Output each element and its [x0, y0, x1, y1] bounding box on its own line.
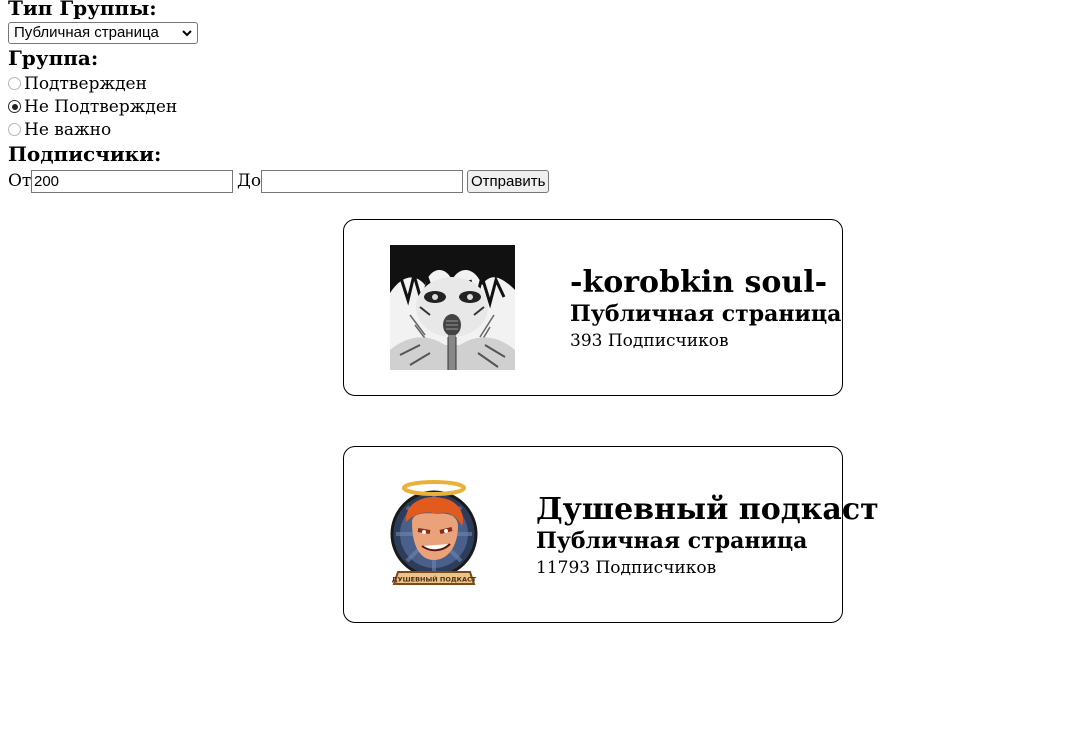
radio-button-checked[interactable] [8, 100, 21, 113]
radio-label: Не важно [24, 120, 112, 140]
group-label: Группа: [8, 46, 99, 70]
from-input[interactable]: 200 [31, 170, 233, 193]
group-subscribers: 11793 Подписчиков [536, 558, 717, 578]
subscribers-label: Подписчики: [8, 142, 162, 166]
chevron-down-icon [182, 30, 192, 37]
group-card[interactable]: ДУШЕВНЫЙ ПОДКАСТ Душевный подкаст Публич… [343, 446, 879, 623]
group-type-select[interactable]: Публичная страница [8, 22, 198, 44]
group-card[interactable]: -korobkin soul- Публичная страница 393 П… [343, 219, 843, 396]
group-name[interactable]: -korobkin soul- [570, 266, 827, 300]
group-type: Публичная страница [570, 301, 842, 327]
to-input[interactable] [261, 170, 463, 193]
radio-button[interactable] [8, 77, 21, 90]
manga-portrait-avatar [390, 245, 515, 370]
group-type-selected-value: Публичная страница [14, 24, 159, 41]
radio-button[interactable] [8, 123, 21, 136]
radio-label: Подтвержден [24, 74, 147, 94]
group-name[interactable]: Душевный подкаст [536, 493, 879, 527]
podcast-logo-avatar: ДУШЕВНЫЙ ПОДКАСТ [390, 480, 478, 585]
to-label: До [237, 171, 262, 191]
group-subscribers: 393 Подписчиков [570, 331, 729, 351]
group-type-label: Тип Группы: [8, 0, 157, 20]
svg-text:ДУШЕВНЫЙ ПОДКАСТ: ДУШЕВНЫЙ ПОДКАСТ [392, 575, 477, 584]
radio-label: Не Подтвержден [24, 97, 178, 117]
from-label: От [8, 171, 32, 191]
group-type: Публичная страница [536, 528, 808, 554]
submit-button[interactable]: Отправить [467, 170, 550, 193]
